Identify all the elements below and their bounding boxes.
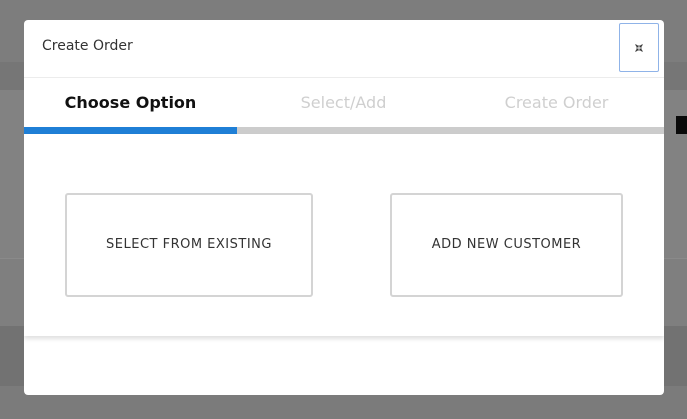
modal-header: Create Order: [24, 20, 664, 78]
step-progress-track: [24, 127, 664, 134]
step-choose-option[interactable]: Choose Option: [24, 93, 237, 112]
modal-title: Create Order: [42, 38, 133, 54]
collapse-modal-button[interactable]: [619, 23, 659, 72]
create-order-modal: Create Order Choose Option Select/Add Cr…: [24, 20, 664, 395]
options-area: SELECT FROM EXISTING ADD NEW CUSTOMER: [24, 134, 664, 336]
background-heading-fragment: [676, 116, 687, 134]
collapse-arrows-icon: [635, 44, 643, 52]
step-progress-fill: [24, 127, 237, 134]
select-from-existing-button[interactable]: SELECT FROM EXISTING: [65, 193, 313, 297]
step-create-order[interactable]: Create Order: [450, 93, 663, 112]
step-select-add[interactable]: Select/Add: [237, 93, 450, 112]
add-new-customer-button[interactable]: ADD NEW CUSTOMER: [390, 193, 623, 297]
order-stepper: Choose Option Select/Add Create Order: [24, 78, 664, 134]
